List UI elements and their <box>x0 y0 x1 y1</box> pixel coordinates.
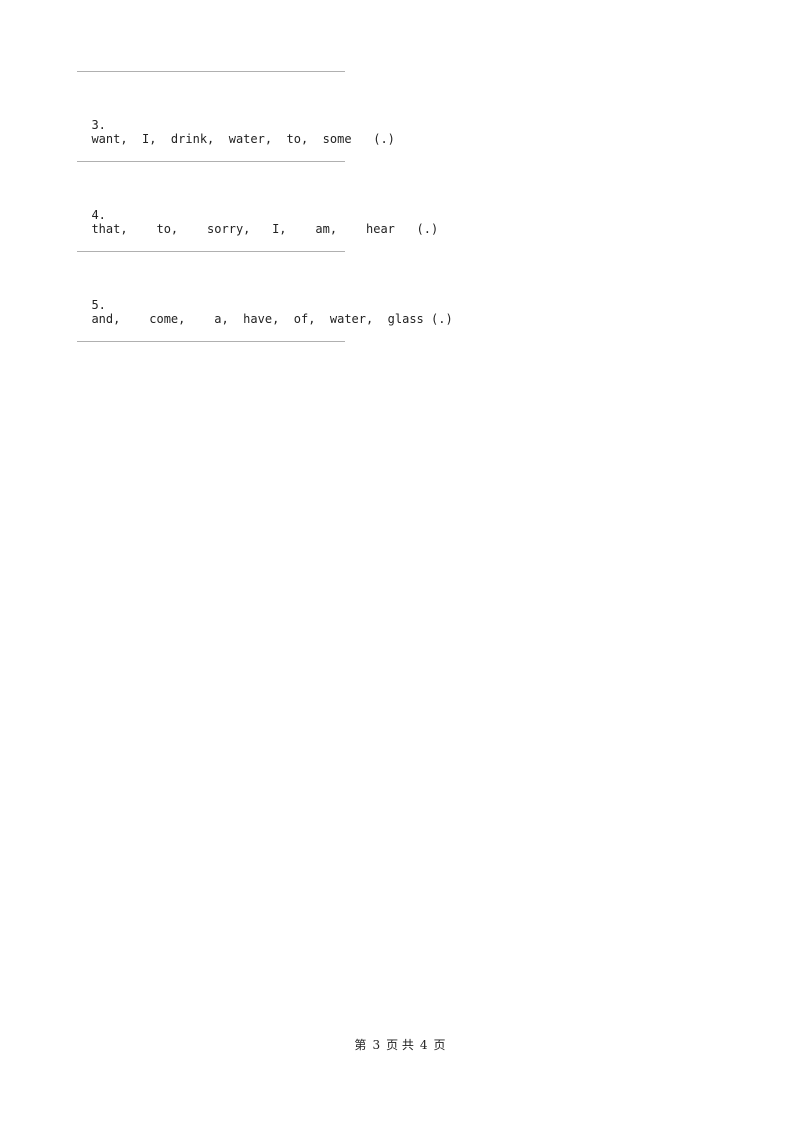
question-number: 5. <box>91 298 106 312</box>
total-pages: 4 <box>419 1038 428 1052</box>
question-3: 3. want, I, drink, water, to, some (.) <box>77 104 395 146</box>
question-number: 3. <box>91 118 106 132</box>
answer-line-2[interactable] <box>77 71 345 72</box>
question-words: want, I, drink, water, to, some (.) <box>91 132 395 146</box>
answer-line-3[interactable] <box>77 161 345 162</box>
page-footer: 第3 页 共 4页 <box>0 1036 800 1053</box>
question-number: 4. <box>91 208 106 222</box>
question-words: that, to, sorry, I, am, hear (.) <box>91 222 439 236</box>
footer-suffix: 页 <box>433 1038 446 1052</box>
footer-mid: 页 共 <box>386 1038 414 1052</box>
current-page: 3 <box>372 1038 381 1052</box>
question-words: and, come, a, have, of, water, glass (.) <box>91 312 453 326</box>
question-4: 4. that, to, sorry, I, am, hear (.) <box>77 194 438 236</box>
answer-line-4[interactable] <box>77 251 345 252</box>
answer-line-5[interactable] <box>77 341 345 342</box>
question-5: 5. and, come, a, have, of, water, glass … <box>77 284 453 326</box>
footer-prefix: 第 <box>354 1038 367 1052</box>
